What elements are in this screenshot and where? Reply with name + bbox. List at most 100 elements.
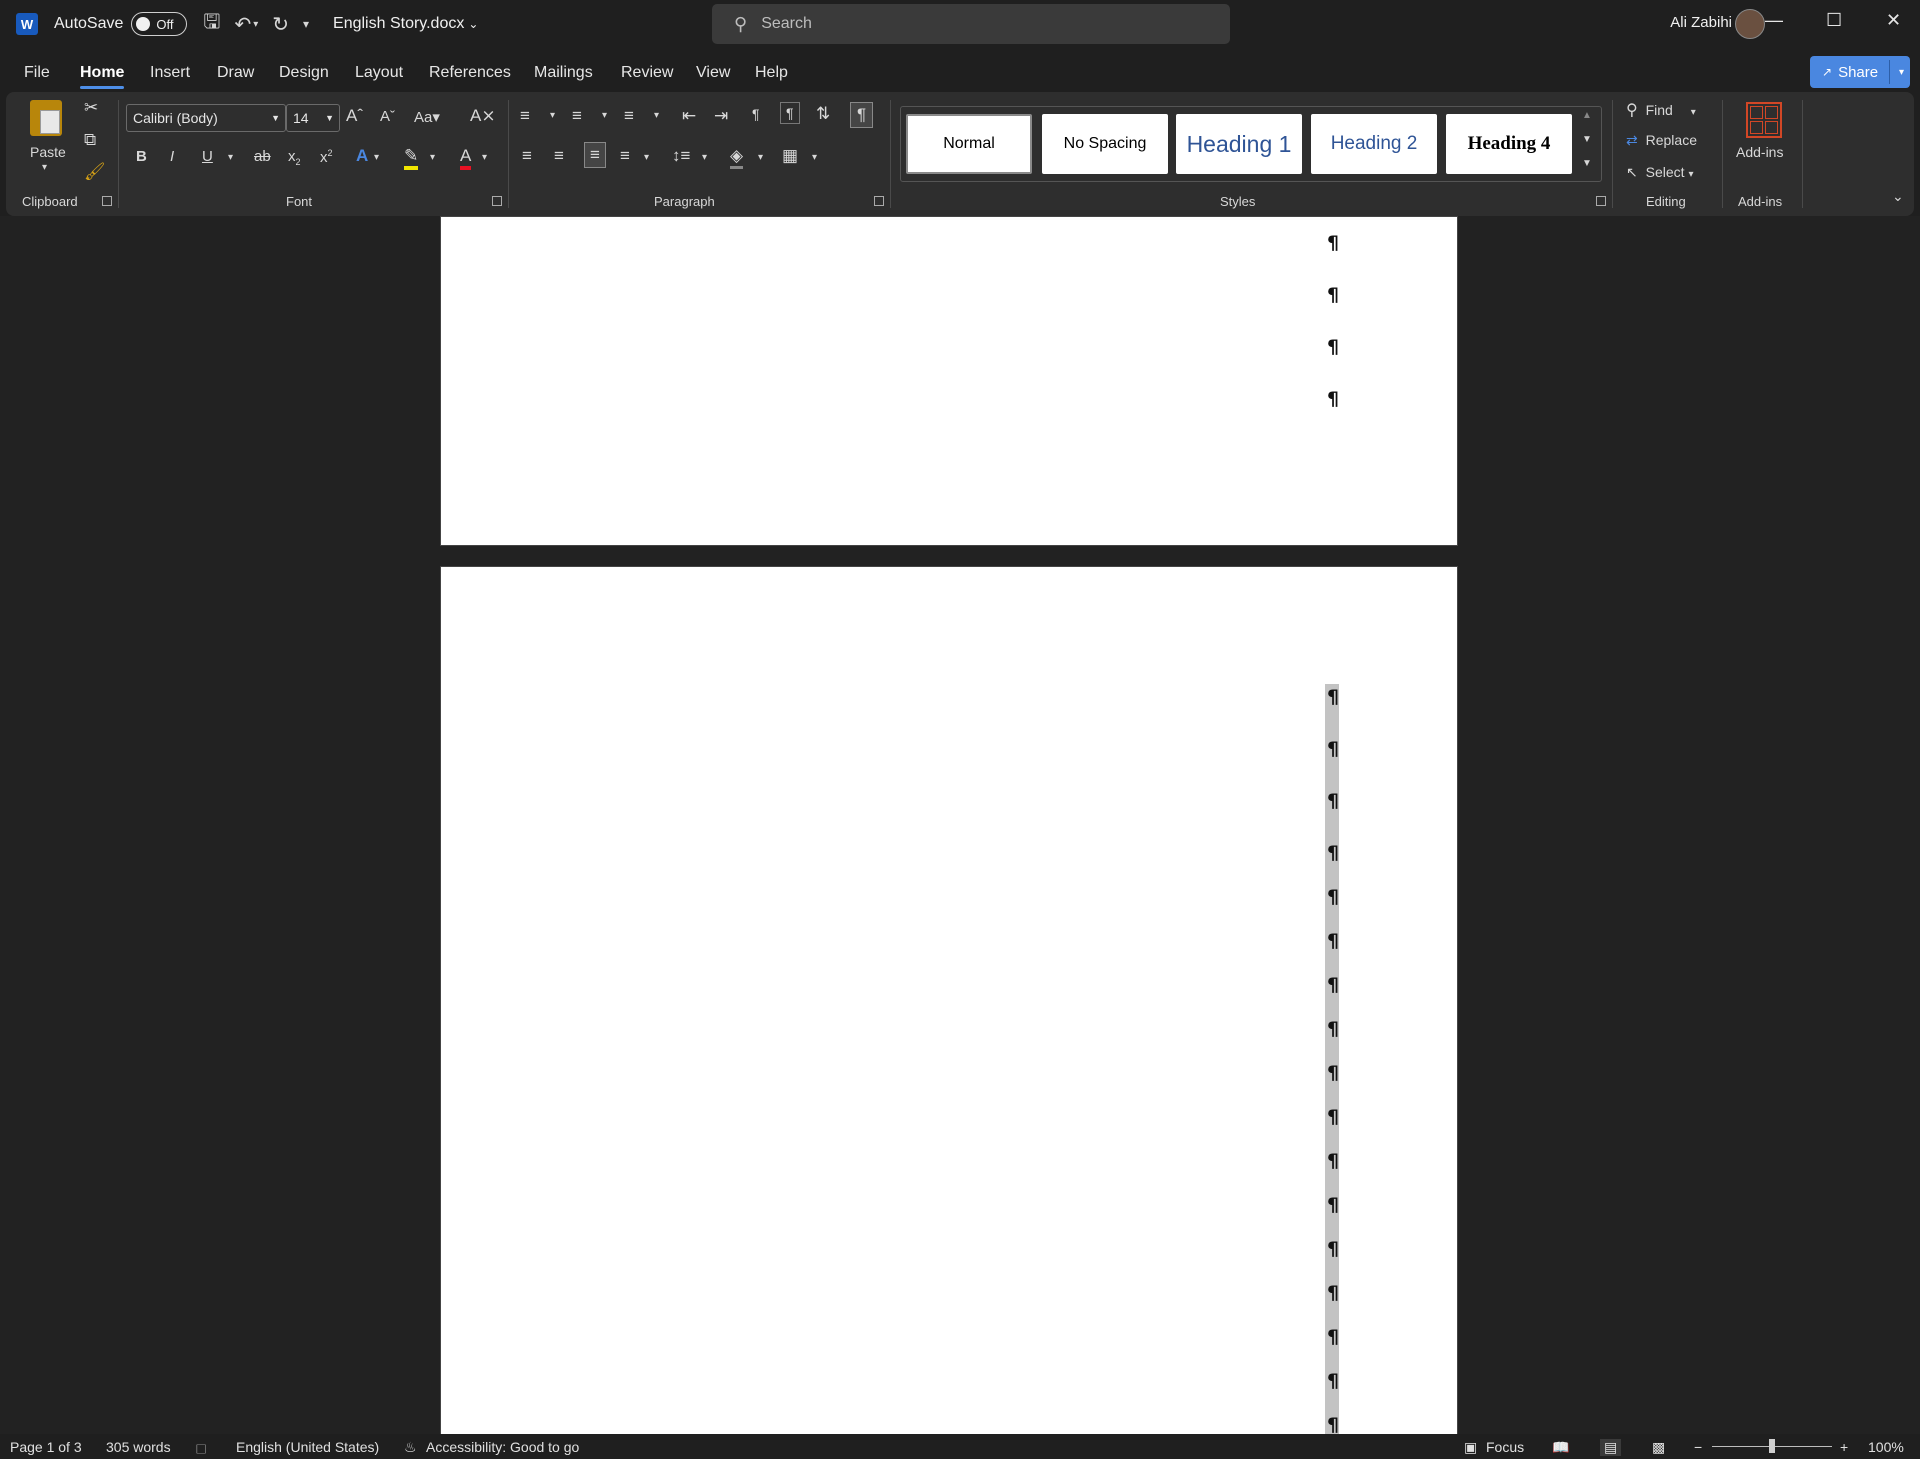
user-name[interactable]: Ali Zabihi xyxy=(1670,14,1732,31)
read-mode-icon[interactable]: 📖 xyxy=(1552,1439,1569,1456)
sort-icon[interactable]: ⇅ xyxy=(816,104,830,124)
zoom-out-button[interactable]: − xyxy=(1694,1439,1702,1455)
focus-mode-button[interactable]: Focus xyxy=(1486,1439,1524,1455)
grow-font-icon[interactable]: Aˆ xyxy=(346,106,363,126)
subscript-icon[interactable]: x2 xyxy=(288,148,301,167)
document-title[interactable]: English Story.docx ⌄ xyxy=(333,15,478,33)
page-2[interactable] xyxy=(440,566,1458,1434)
find-button[interactable]: ⚲ Find ▾ xyxy=(1626,100,1696,120)
minimize-icon[interactable]: — xyxy=(1765,10,1783,31)
replace-button[interactable]: ⇄ Replace xyxy=(1626,132,1697,149)
style-normal[interactable]: Normal xyxy=(906,114,1032,174)
bold-icon[interactable]: B xyxy=(136,148,147,165)
redo-icon[interactable]: ↻ xyxy=(272,12,289,37)
style-heading-2[interactable]: Heading 2 xyxy=(1311,114,1437,174)
font-color-icon[interactable]: A xyxy=(460,146,472,170)
italic-icon[interactable]: I xyxy=(170,148,174,165)
numbering-icon[interactable]: ≡ xyxy=(572,106,582,126)
increase-indent-icon[interactable]: ⇥ xyxy=(714,106,728,126)
shading-icon[interactable]: ◈ xyxy=(730,146,744,169)
font-name-dropdown[interactable]: Calibri (Body) ▼ xyxy=(126,104,286,132)
tab-mailings[interactable]: Mailings xyxy=(534,64,593,82)
share-button[interactable]: ↗ Share ▾ xyxy=(1810,56,1910,88)
line-spacing-dropdown-icon[interactable]: ▾ xyxy=(702,152,707,163)
text-effects-icon[interactable]: A xyxy=(356,146,368,166)
chevron-down-icon[interactable]: ▾ xyxy=(1899,67,1904,78)
tab-file[interactable]: File xyxy=(24,64,50,82)
justify-icon[interactable]: ≡ xyxy=(620,146,630,166)
align-left-icon[interactable]: ≡ xyxy=(522,146,532,166)
align-right-icon[interactable]: ≡ xyxy=(584,142,606,168)
search-box[interactable]: ⚲ Search xyxy=(712,4,1230,44)
rtl-icon[interactable]: ¶ xyxy=(780,102,800,124)
save-icon[interactable]: 🖫 xyxy=(203,7,220,41)
print-layout-icon[interactable]: ▤ xyxy=(1600,1439,1622,1456)
shrink-font-icon[interactable]: Aˇ xyxy=(380,108,395,125)
underline-icon[interactable]: U xyxy=(202,148,213,165)
clear-formatting-icon[interactable]: A⨯ xyxy=(470,106,496,126)
word-count[interactable]: 305 words xyxy=(106,1439,171,1455)
tab-draw[interactable]: Draw xyxy=(217,64,254,82)
font-size-dropdown[interactable]: 14 ▼ xyxy=(286,104,340,132)
word-icon[interactable]: W xyxy=(16,13,38,35)
decrease-indent-icon[interactable]: ⇤ xyxy=(682,106,696,126)
align-center-icon[interactable]: ≡ xyxy=(554,146,564,166)
paragraph-launcher-icon[interactable] xyxy=(874,196,884,206)
web-layout-icon[interactable]: ▩ xyxy=(1652,1439,1665,1456)
page-indicator[interactable]: Page 1 of 3 xyxy=(10,1439,82,1455)
format-painter-icon[interactable]: 🖌 xyxy=(84,162,106,182)
style-no-spacing[interactable]: No Spacing xyxy=(1042,114,1168,174)
text-effects-dropdown-icon[interactable]: ▾ xyxy=(374,152,379,163)
tab-view[interactable]: View xyxy=(696,64,730,82)
borders-icon[interactable]: ▦ xyxy=(782,146,798,166)
superscript-icon[interactable]: x2 xyxy=(320,148,333,166)
justify-dropdown-icon[interactable]: ▾ xyxy=(644,152,649,163)
zoom-level[interactable]: 100% xyxy=(1868,1439,1904,1455)
paste-icon[interactable] xyxy=(30,100,62,136)
style-heading-1[interactable]: Heading 1 xyxy=(1176,114,1302,174)
tab-help[interactable]: Help xyxy=(755,64,788,82)
cut-icon[interactable]: ✂ xyxy=(84,98,98,118)
collapse-ribbon-icon[interactable]: ⌄ xyxy=(1892,188,1904,205)
customize-toolbar-icon[interactable]: ▾ xyxy=(303,17,309,31)
underline-dropdown-icon[interactable]: ▾ xyxy=(228,152,233,163)
styles-scroll-down-icon[interactable]: ▼ xyxy=(1582,134,1592,145)
zoom-slider-thumb[interactable] xyxy=(1769,1439,1775,1453)
tab-home[interactable]: Home xyxy=(80,64,125,89)
tab-review[interactable]: Review xyxy=(621,64,673,82)
clipboard-launcher-icon[interactable] xyxy=(102,196,112,206)
change-case-icon[interactable]: Aa▾ xyxy=(414,108,440,126)
style-heading-4[interactable]: Heading 4 xyxy=(1446,114,1572,174)
show-hide-marks-icon[interactable]: ¶ xyxy=(850,102,874,128)
accessibility-status[interactable]: Accessibility: Good to go xyxy=(426,1439,579,1455)
multilevel-list-icon[interactable]: ≡ xyxy=(624,106,634,126)
tab-insert[interactable]: Insert xyxy=(150,64,190,82)
font-color-dropdown-icon[interactable]: ▾ xyxy=(482,152,487,163)
paste-dropdown-icon[interactable]: ▾ xyxy=(42,162,47,173)
styles-more-icon[interactable]: ▼ xyxy=(1582,158,1592,169)
styles-scroll-up-icon[interactable]: ▲ xyxy=(1582,110,1592,121)
tab-layout[interactable]: Layout xyxy=(355,64,403,82)
copy-icon[interactable]: ⧉ xyxy=(84,130,96,150)
font-launcher-icon[interactable] xyxy=(492,196,502,206)
addins-button-label[interactable]: Add-ins xyxy=(1736,144,1783,160)
undo-icon[interactable]: ↶ xyxy=(234,12,251,37)
page-1[interactable] xyxy=(440,216,1458,546)
shading-dropdown-icon[interactable]: ▾ xyxy=(758,152,763,163)
proofing-icon[interactable]: 🗆 xyxy=(196,1439,206,1459)
tab-design[interactable]: Design xyxy=(279,64,329,82)
ltr-icon[interactable]: ¶ xyxy=(752,106,760,122)
document-canvas[interactable]: ¶ ¶ ¶ ¶ ¶ ¶ ¶ ¶ ¶ ¶ ¶ ¶ ¶ ¶ ¶ ¶ ¶ ¶ ¶ ¶ ¶ xyxy=(0,216,1920,1434)
highlight-dropdown-icon[interactable]: ▾ xyxy=(430,152,435,163)
maximize-icon[interactable]: ☐ xyxy=(1826,10,1842,31)
autosave-toggle[interactable]: Off xyxy=(131,12,188,36)
select-button[interactable]: ↖ Select ▾ xyxy=(1626,164,1693,181)
highlight-icon[interactable]: ✎ xyxy=(404,146,419,170)
borders-dropdown-icon[interactable]: ▾ xyxy=(812,152,817,163)
line-spacing-icon[interactable]: ↕≡ xyxy=(672,146,690,166)
avatar[interactable] xyxy=(1735,9,1765,39)
close-icon[interactable]: ✕ xyxy=(1886,10,1901,31)
tab-references[interactable]: References xyxy=(429,64,511,82)
numbering-dropdown-icon[interactable]: ▾ xyxy=(602,110,607,121)
bullets-dropdown-icon[interactable]: ▾ xyxy=(550,110,555,121)
